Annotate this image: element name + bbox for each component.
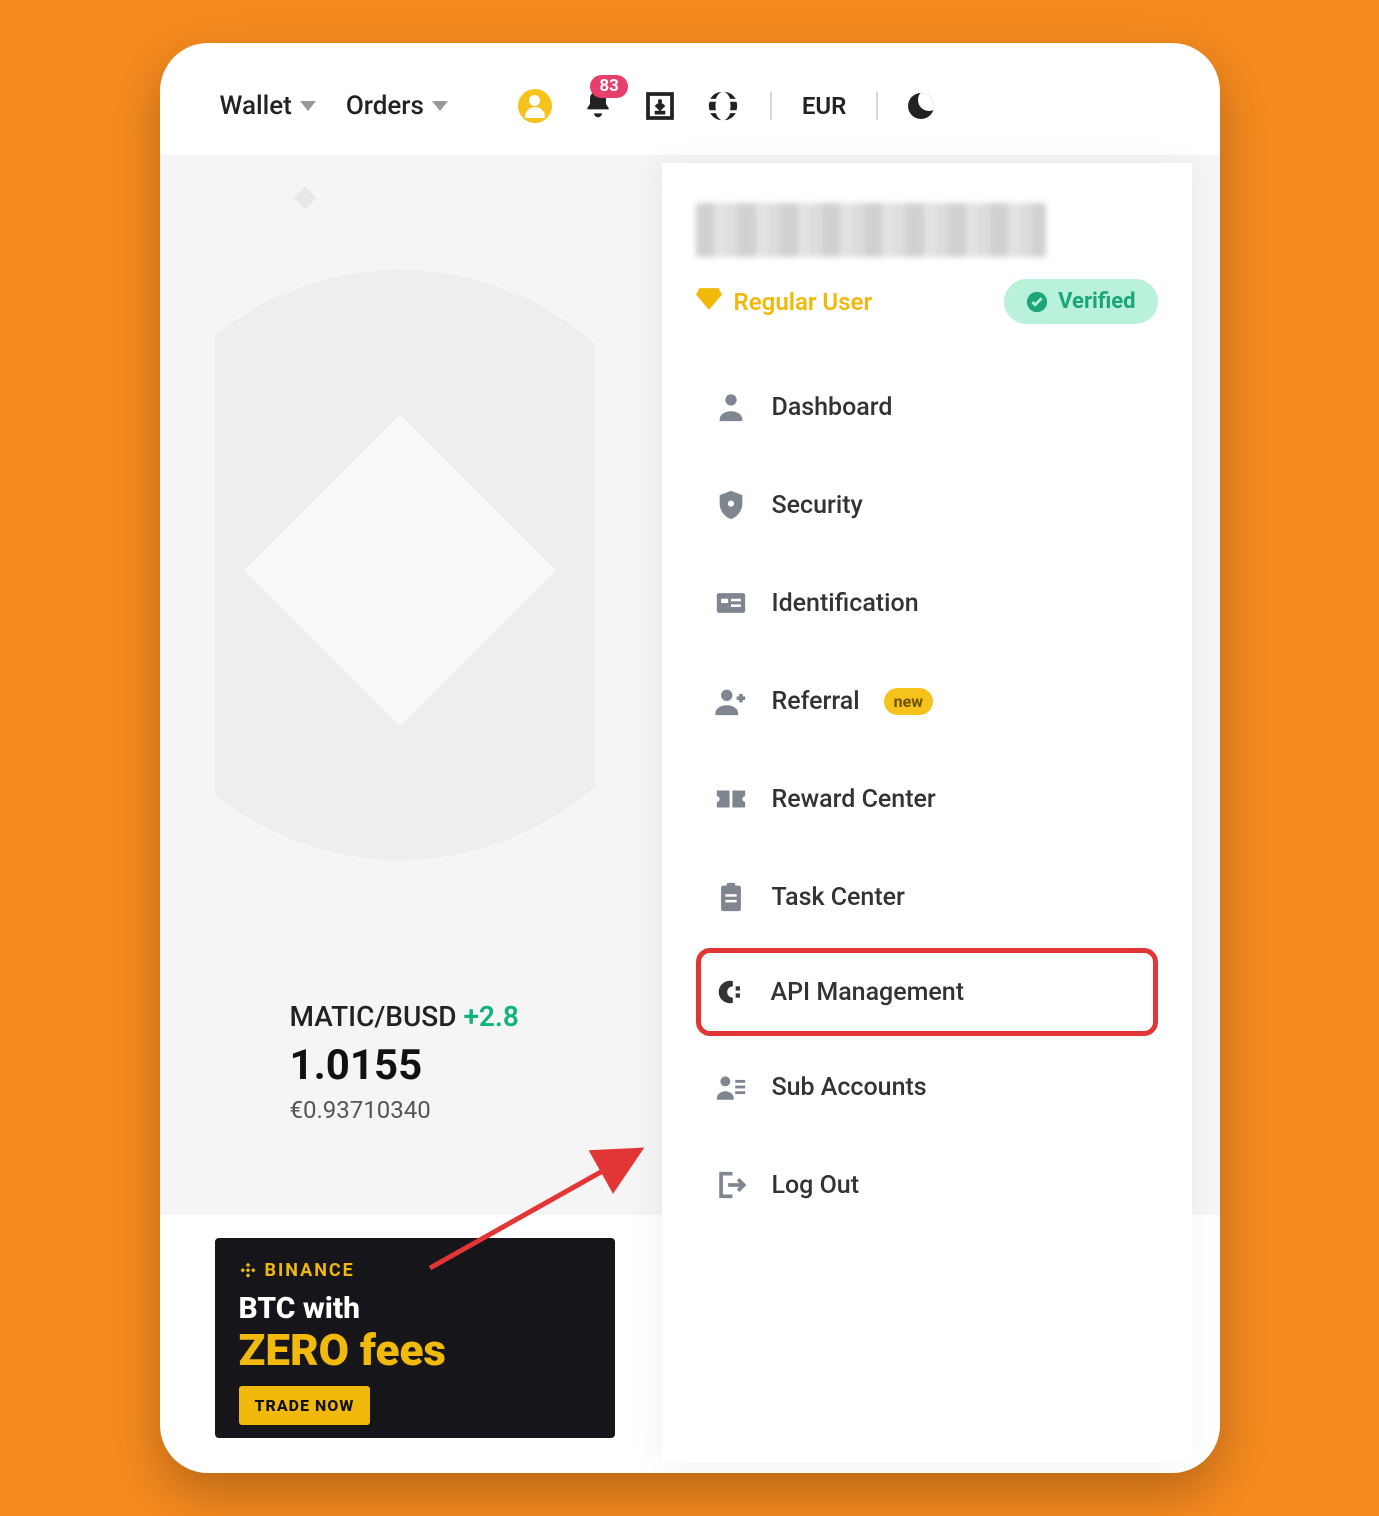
globe-icon[interactable] [706, 89, 740, 123]
chevron-down-icon [432, 101, 448, 111]
divider [876, 92, 878, 120]
hero-graphic [215, 180, 595, 1050]
account-dropdown: Regular User Verified Dashboard Security [662, 163, 1192, 1463]
price-ticker: MATIC/BUSD +2.8 1.0155 €0.93710340 [290, 1000, 519, 1124]
menu-reward-center[interactable]: Reward Center [696, 752, 1158, 846]
price-change: +2.8 [463, 1000, 518, 1033]
account-status-row: Regular User Verified [696, 279, 1158, 324]
menu-log-out[interactable]: Log Out [696, 1138, 1158, 1232]
currency-selector[interactable]: EUR [802, 92, 847, 120]
menu-label: Identification [772, 589, 919, 618]
menu-identification[interactable]: Identification [696, 556, 1158, 650]
promo-line2: ZERO fees [239, 1328, 591, 1372]
wallet-menu[interactable]: Wallet [220, 91, 316, 121]
menu-dashboard[interactable]: Dashboard [696, 360, 1158, 454]
price-fiat: €0.93710340 [290, 1096, 519, 1124]
price-value: 1.0155 [290, 1041, 519, 1090]
promo-line1: BTC with [239, 1291, 591, 1326]
account-menu: Dashboard Security Identification Referr… [696, 360, 1158, 1232]
menu-label: Reward Center [772, 785, 936, 814]
download-icon[interactable] [644, 90, 676, 122]
new-badge: new [884, 688, 933, 715]
app-card: Wallet Orders 83 EUR [160, 43, 1220, 1473]
menu-task-center[interactable]: Task Center [696, 850, 1158, 944]
clipboard-icon [714, 880, 748, 914]
person-icon [714, 390, 748, 424]
wallet-label: Wallet [220, 91, 292, 121]
notifications-button[interactable]: 83 [582, 87, 614, 125]
verified-label: Verified [1058, 289, 1135, 314]
menu-label: Dashboard [772, 393, 893, 422]
orders-label: Orders [346, 91, 424, 121]
shield-icon [714, 488, 748, 522]
menu-security[interactable]: Security [696, 458, 1158, 552]
ticket-icon [714, 782, 748, 816]
menu-label: Security [772, 491, 863, 520]
menu-sub-accounts[interactable]: Sub Accounts [696, 1040, 1158, 1134]
logout-icon [714, 1168, 748, 1202]
menu-label: Task Center [772, 883, 905, 912]
pair-label: MATIC/BUSD [290, 1000, 457, 1033]
check-circle-icon [1026, 291, 1048, 313]
brand-name: BINANCE [265, 1260, 355, 1281]
menu-api-management[interactable]: API Management [696, 948, 1158, 1036]
username-redacted [696, 203, 1046, 257]
dark-mode-toggle[interactable] [908, 93, 934, 119]
tier-label: Regular User [734, 288, 873, 316]
diamond-icon [696, 288, 722, 316]
api-icon [713, 975, 747, 1009]
menu-referral[interactable]: Referral new [696, 654, 1158, 748]
profile-icon[interactable] [518, 89, 552, 123]
orders-menu[interactable]: Orders [346, 91, 448, 121]
users-list-icon [714, 1070, 748, 1104]
user-tier: Regular User [696, 288, 873, 316]
menu-label: API Management [771, 978, 965, 1007]
top-nav: Wallet Orders 83 EUR [160, 43, 1220, 155]
brand-logo: BINANCE [239, 1260, 591, 1281]
person-plus-icon [714, 684, 748, 718]
divider [770, 92, 772, 120]
verified-badge: Verified [1004, 279, 1157, 324]
menu-label: Referral [772, 687, 860, 716]
menu-label: Log Out [772, 1171, 860, 1200]
menu-label: Sub Accounts [772, 1073, 927, 1102]
promo-banner[interactable]: BINANCE BTC with ZERO fees TRADE NOW [215, 1238, 615, 1438]
chevron-down-icon [300, 101, 316, 111]
notification-badge: 83 [590, 75, 628, 98]
promo-cta-button[interactable]: TRADE NOW [239, 1386, 371, 1425]
id-card-icon [714, 586, 748, 620]
